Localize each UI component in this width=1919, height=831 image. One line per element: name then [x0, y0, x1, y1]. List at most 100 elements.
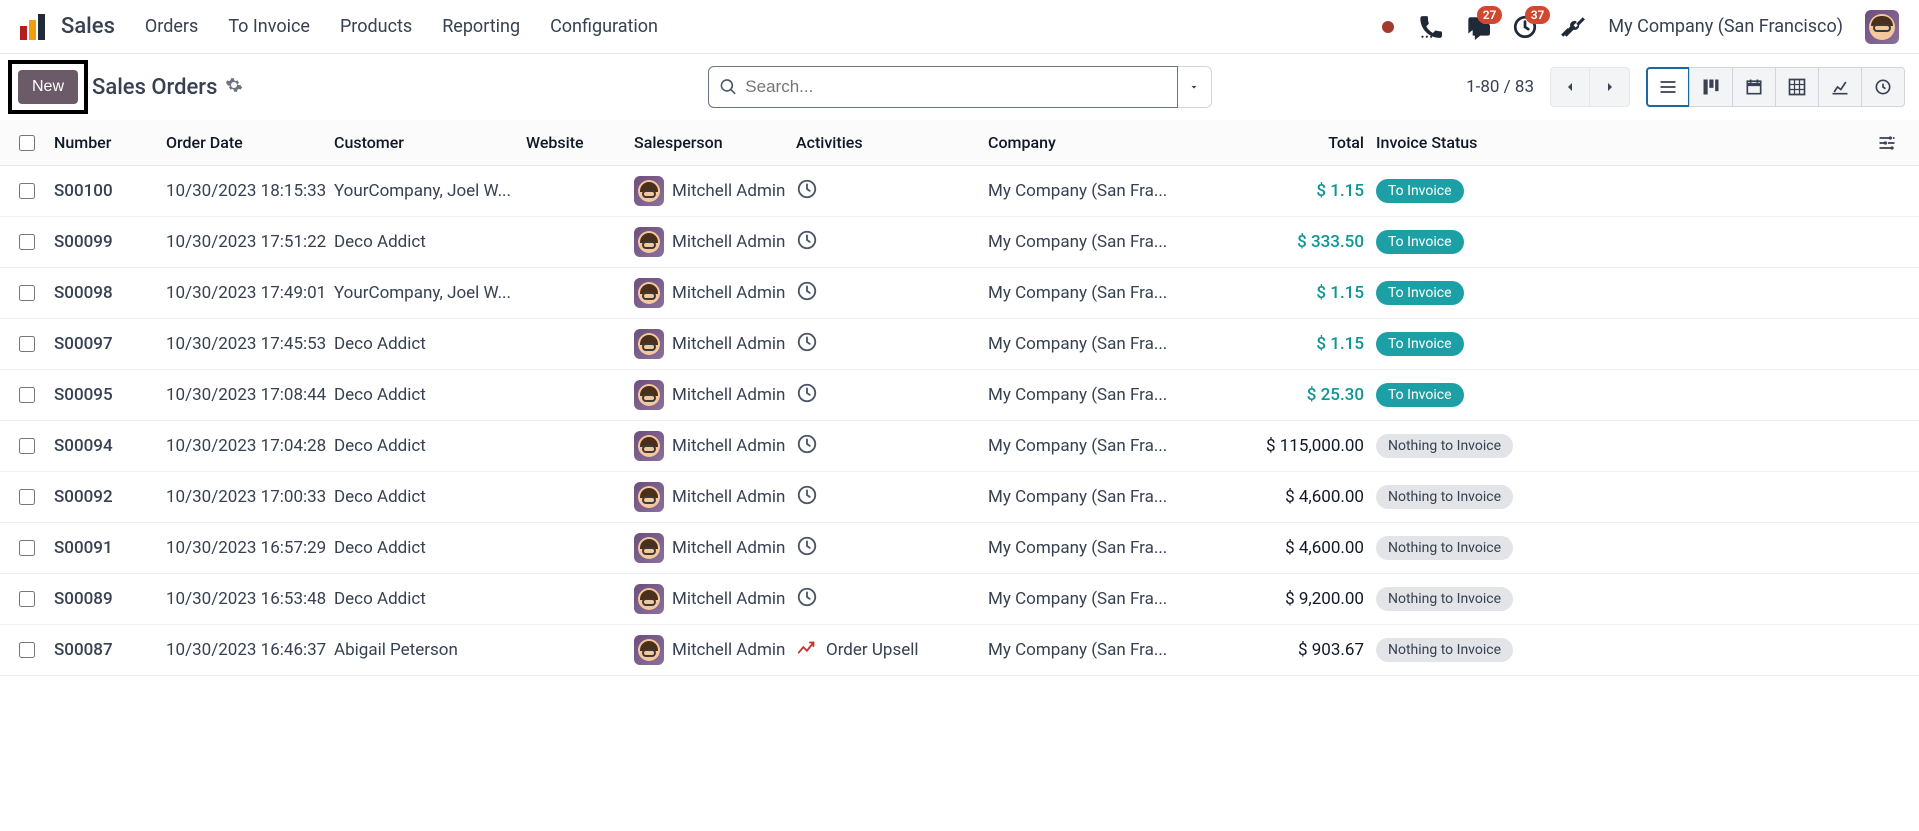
company-selector[interactable]: My Company (San Francisco) — [1608, 16, 1843, 37]
cell-activities[interactable] — [796, 586, 988, 613]
cell-activities[interactable] — [796, 484, 988, 511]
column-settings[interactable] — [1867, 133, 1907, 153]
row-checkbox[interactable] — [19, 591, 35, 607]
calendar-icon — [1744, 77, 1764, 97]
cell-activities[interactable] — [796, 331, 988, 358]
pager-label: 1-80 / 83 — [1466, 77, 1534, 97]
pager-prev[interactable] — [1550, 67, 1590, 107]
cell-date: 10/30/2023 16:46:37 — [166, 640, 334, 660]
view-activity[interactable] — [1861, 67, 1905, 107]
nav-configuration[interactable]: Configuration — [550, 16, 658, 37]
table-row[interactable]: S0009910/30/2023 17:51:22Deco AddictMitc… — [0, 217, 1919, 268]
gear-icon[interactable] — [225, 75, 243, 100]
table-row[interactable]: S0009510/30/2023 17:08:44Deco AddictMitc… — [0, 370, 1919, 421]
row-checkbox[interactable] — [19, 642, 35, 658]
user-avatar[interactable] — [1865, 10, 1899, 44]
status-indicator — [1382, 21, 1394, 33]
cell-number: S00091 — [54, 538, 166, 558]
cell-activities[interactable] — [796, 433, 988, 460]
view-kanban[interactable] — [1689, 67, 1733, 107]
cell-salesperson: Mitchell Admin — [634, 329, 796, 359]
new-button-highlight: New — [8, 60, 88, 114]
cell-company: My Company (San Fra... — [988, 436, 1208, 456]
search-icon — [719, 77, 738, 97]
app-logo[interactable] — [20, 14, 45, 40]
column-website[interactable]: Website — [526, 133, 634, 152]
salesperson-avatar — [634, 482, 664, 512]
cell-company: My Company (San Fra... — [988, 334, 1208, 354]
activity-clock-icon[interactable]: 37 — [1512, 14, 1538, 40]
nav-products[interactable]: Products — [340, 16, 412, 37]
column-company[interactable]: Company — [988, 133, 1208, 152]
table-row[interactable]: S0009410/30/2023 17:04:28Deco AddictMitc… — [0, 421, 1919, 472]
new-button[interactable]: New — [18, 70, 78, 104]
salesperson-avatar — [634, 584, 664, 614]
salesperson-avatar — [634, 278, 664, 308]
table-row[interactable]: S0008910/30/2023 16:53:48Deco AddictMitc… — [0, 574, 1919, 625]
view-graph[interactable] — [1818, 67, 1862, 107]
row-checkbox[interactable] — [19, 438, 35, 454]
pager-next[interactable] — [1590, 67, 1630, 107]
sliders-icon — [1877, 133, 1897, 153]
cell-date: 10/30/2023 16:53:48 — [166, 589, 334, 609]
cell-total: $ 333.50 — [1208, 232, 1364, 252]
row-checkbox[interactable] — [19, 285, 35, 301]
breadcrumb: Sales Orders — [92, 75, 243, 100]
cell-activities[interactable] — [796, 178, 988, 205]
search-box[interactable] — [708, 66, 1178, 108]
cell-salesperson: Mitchell Admin — [634, 584, 796, 614]
cell-customer: Deco Addict — [334, 436, 526, 456]
cell-number: S00092 — [54, 487, 166, 507]
table-row[interactable]: S0009710/30/2023 17:45:53Deco AddictMitc… — [0, 319, 1919, 370]
invoice-status-badge: Nothing to Invoice — [1376, 587, 1513, 611]
view-pivot[interactable] — [1775, 67, 1819, 107]
column-customer[interactable]: Customer — [334, 133, 526, 152]
cell-activities[interactable] — [796, 535, 988, 562]
nav-to-invoice[interactable]: To Invoice — [228, 16, 310, 37]
cell-number: S00095 — [54, 385, 166, 405]
search-input[interactable] — [745, 77, 1166, 97]
cell-total: $ 4,600.00 — [1208, 487, 1364, 507]
column-activities[interactable]: Activities — [796, 133, 988, 152]
cell-activities[interactable] — [796, 382, 988, 409]
row-checkbox[interactable] — [19, 183, 35, 199]
table-row[interactable]: S0010010/30/2023 18:15:33YourCompany, Jo… — [0, 166, 1919, 217]
column-invoice-status[interactable]: Invoice Status — [1364, 133, 1530, 152]
cell-activities[interactable] — [796, 229, 988, 256]
salesperson-name: Mitchell Admin — [672, 589, 785, 609]
row-checkbox[interactable] — [19, 387, 35, 403]
row-checkbox[interactable] — [19, 336, 35, 352]
app-name[interactable]: Sales — [61, 14, 115, 39]
column-number[interactable]: Number — [54, 133, 166, 152]
cell-company: My Company (San Fra... — [988, 283, 1208, 303]
view-calendar[interactable] — [1732, 67, 1776, 107]
messages-icon[interactable]: 27 — [1464, 14, 1490, 40]
invoice-status-badge: To Invoice — [1376, 332, 1464, 356]
tools-icon[interactable] — [1560, 14, 1586, 40]
view-list[interactable] — [1646, 67, 1690, 107]
table-row[interactable]: S0008710/30/2023 16:46:37Abigail Peterso… — [0, 625, 1919, 676]
select-all-checkbox[interactable] — [19, 135, 35, 151]
cell-number: S00100 — [54, 181, 166, 201]
table-row[interactable]: S0009810/30/2023 17:49:01YourCompany, Jo… — [0, 268, 1919, 319]
cell-activities[interactable]: Order Upsell — [796, 637, 988, 664]
column-salesperson[interactable]: Salesperson — [634, 133, 796, 152]
clock-icon — [796, 229, 818, 256]
nav-reporting[interactable]: Reporting — [442, 16, 520, 37]
column-total[interactable]: Total — [1208, 133, 1364, 152]
cell-date: 10/30/2023 17:49:01 — [166, 283, 334, 303]
table-row[interactable]: S0009110/30/2023 16:57:29Deco AddictMitc… — [0, 523, 1919, 574]
row-checkbox[interactable] — [19, 540, 35, 556]
cell-activities[interactable] — [796, 280, 988, 307]
clock-icon — [796, 178, 818, 205]
nav-orders[interactable]: Orders — [145, 16, 198, 37]
phone-icon[interactable] — [1416, 14, 1442, 40]
invoice-status-badge: To Invoice — [1376, 281, 1464, 305]
page-title: Sales Orders — [92, 75, 217, 100]
table-row[interactable]: S0009210/30/2023 17:00:33Deco AddictMitc… — [0, 472, 1919, 523]
search-dropdown[interactable] — [1178, 66, 1212, 108]
row-checkbox[interactable] — [19, 234, 35, 250]
cell-customer: Deco Addict — [334, 334, 526, 354]
row-checkbox[interactable] — [19, 489, 35, 505]
column-order-date[interactable]: Order Date — [166, 133, 334, 152]
